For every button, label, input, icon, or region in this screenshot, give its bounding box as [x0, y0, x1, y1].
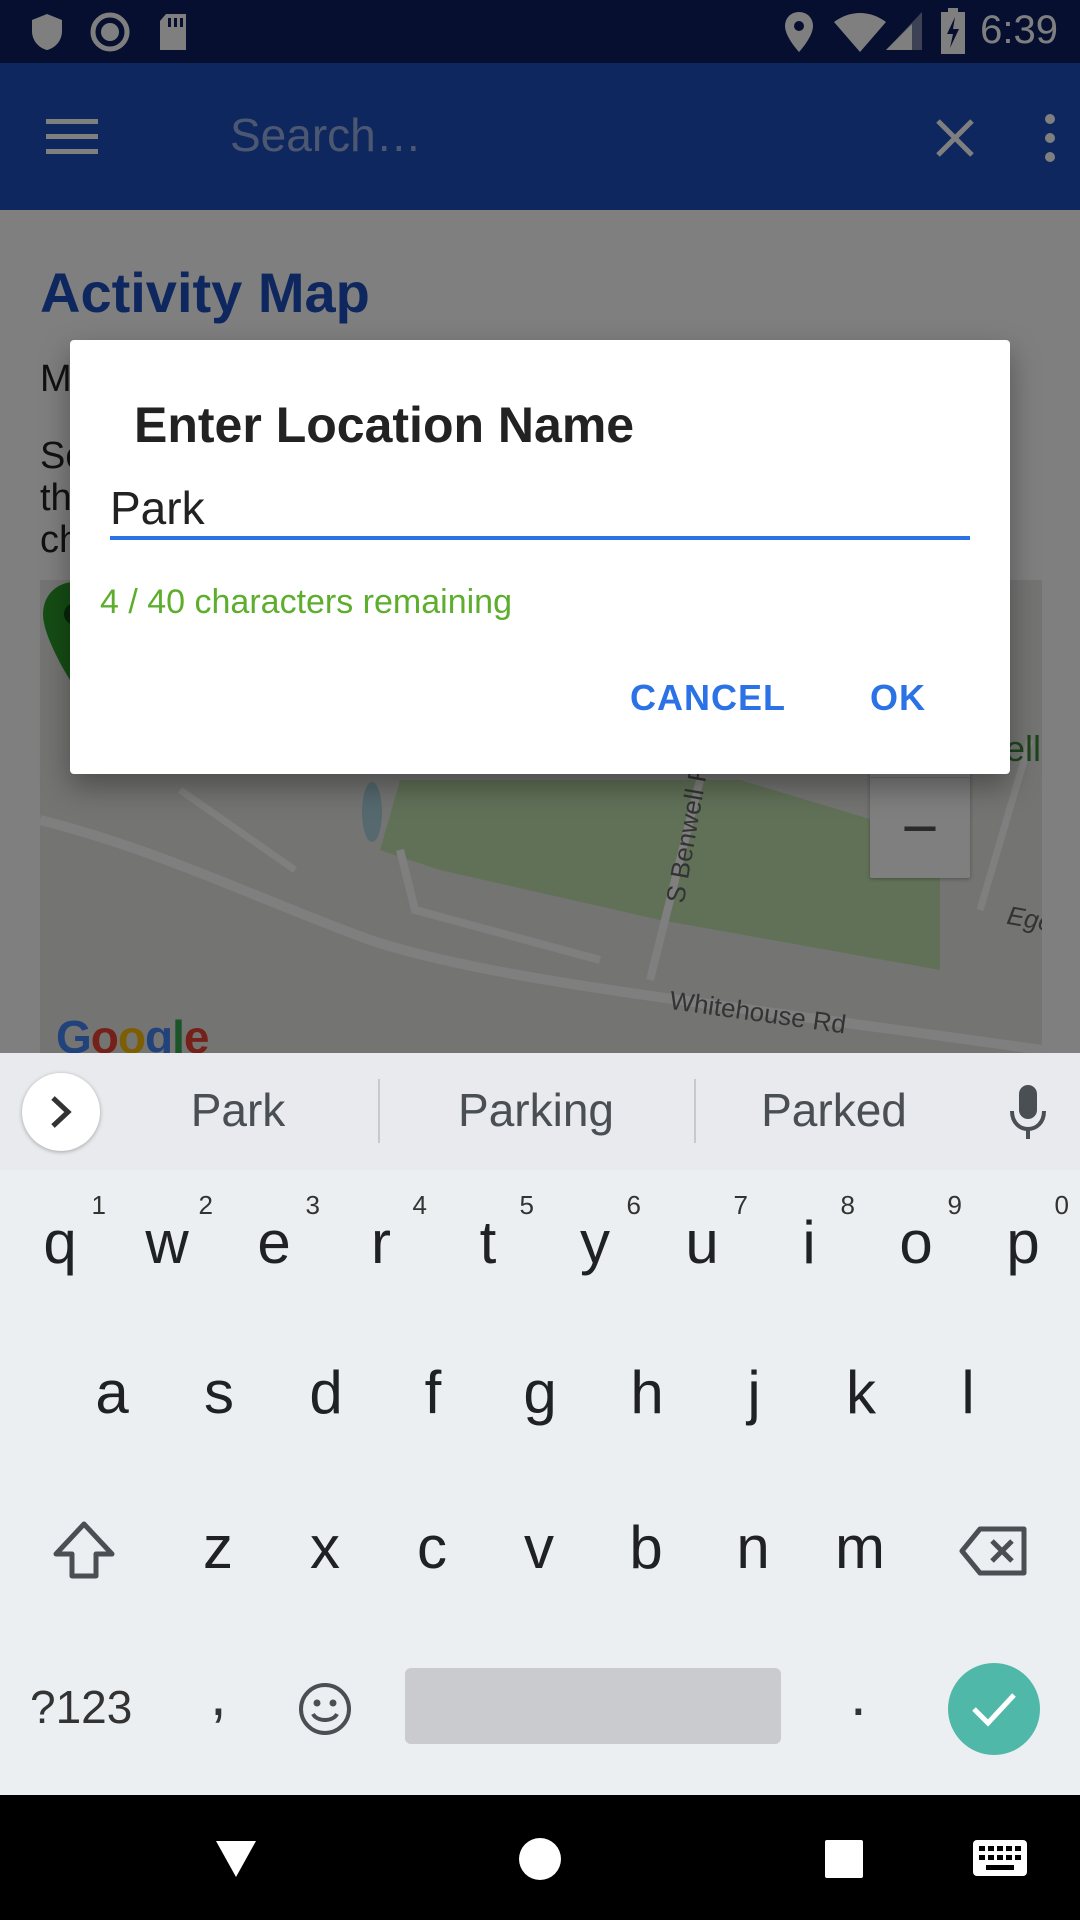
- key-t[interactable]: t5: [438, 1170, 538, 1310]
- location-name-dialog: Enter Location Name 4 / 40 characters re…: [70, 340, 1010, 774]
- key-hint: 5: [519, 1190, 534, 1220]
- key-label: l: [961, 1359, 975, 1426]
- key-x[interactable]: x: [275, 1475, 375, 1615]
- keyboard-expand-button[interactable]: [22, 1073, 100, 1151]
- key-label: z: [203, 1514, 233, 1581]
- key-p[interactable]: p0: [973, 1170, 1073, 1310]
- key-hint: 6: [626, 1190, 641, 1220]
- key-hint: 7: [733, 1190, 748, 1220]
- key-label: n: [736, 1514, 770, 1581]
- period-key[interactable]: .: [850, 1660, 867, 1729]
- key-z[interactable]: z: [168, 1475, 268, 1615]
- key-s[interactable]: s: [169, 1320, 269, 1460]
- key-label: j: [747, 1359, 761, 1426]
- character-counter: 4 / 40 characters remaining: [100, 583, 512, 621]
- key-label: h: [630, 1359, 664, 1426]
- key-hint: 4: [412, 1190, 427, 1220]
- key-g[interactable]: g: [490, 1320, 590, 1460]
- key-hint: 9: [947, 1190, 962, 1220]
- key-o[interactable]: o9: [866, 1170, 966, 1310]
- suggestion-strip: Park Parking Parked: [0, 1053, 1080, 1170]
- suggestion-item[interactable]: Parking: [396, 1083, 676, 1137]
- key-hint: 1: [91, 1190, 106, 1220]
- home-icon[interactable]: [518, 1837, 562, 1886]
- symbols-key[interactable]: ?123: [30, 1680, 132, 1734]
- shift-icon[interactable]: [52, 1520, 116, 1580]
- key-r[interactable]: r4: [331, 1170, 431, 1310]
- key-e[interactable]: e3: [224, 1170, 324, 1310]
- key-a[interactable]: a: [62, 1320, 162, 1460]
- key-hint: 8: [840, 1190, 855, 1220]
- dialog-title: Enter Location Name: [134, 397, 635, 453]
- key-label: a: [95, 1359, 129, 1426]
- key-q[interactable]: q1: [10, 1170, 110, 1310]
- comma-key[interactable]: ,: [210, 1660, 227, 1729]
- location-name-input[interactable]: [110, 480, 970, 540]
- emoji-icon[interactable]: [298, 1682, 352, 1736]
- key-i[interactable]: i8: [759, 1170, 859, 1310]
- key-u[interactable]: u7: [652, 1170, 752, 1310]
- key-f[interactable]: f: [383, 1320, 483, 1460]
- back-icon[interactable]: [214, 1839, 258, 1884]
- enter-key[interactable]: [948, 1663, 1040, 1755]
- key-j[interactable]: j: [704, 1320, 804, 1460]
- key-l[interactable]: l: [918, 1320, 1018, 1460]
- suggestion-divider: [378, 1079, 380, 1143]
- key-n[interactable]: n: [703, 1475, 803, 1615]
- keyboard-switch-icon[interactable]: [972, 1839, 1028, 1882]
- key-b[interactable]: b: [596, 1475, 696, 1615]
- microphone-icon[interactable]: [1008, 1085, 1048, 1141]
- key-label: f: [424, 1359, 442, 1426]
- key-hint: 0: [1054, 1190, 1069, 1220]
- key-w[interactable]: w2: [117, 1170, 217, 1310]
- checkmark-icon: [972, 1693, 1016, 1727]
- cancel-button[interactable]: CANCEL: [630, 677, 786, 719]
- key-label: v: [524, 1514, 554, 1581]
- key-label: d: [309, 1359, 343, 1426]
- key-hint: 2: [198, 1190, 213, 1220]
- backspace-icon[interactable]: [958, 1525, 1030, 1577]
- navigation-bar: [0, 1795, 1080, 1920]
- spacebar[interactable]: [405, 1668, 781, 1744]
- key-label: k: [846, 1359, 876, 1426]
- key-k[interactable]: k: [811, 1320, 911, 1460]
- key-label: s: [204, 1359, 234, 1426]
- suggestion-item[interactable]: Parked: [694, 1083, 974, 1137]
- key-label: g: [523, 1359, 557, 1426]
- key-label: x: [310, 1514, 340, 1581]
- ok-button[interactable]: OK: [870, 677, 926, 719]
- suggestion-item[interactable]: Park: [98, 1083, 378, 1137]
- key-h[interactable]: h: [597, 1320, 697, 1460]
- key-v[interactable]: v: [489, 1475, 589, 1615]
- keyboard: q1w2e3r4t5y6u7i8o9p0 a s d f g h j k l z x c v b nm ?…: [0, 1170, 1080, 1795]
- key-y[interactable]: y6: [545, 1170, 645, 1310]
- key-label: c: [417, 1514, 447, 1581]
- recents-icon[interactable]: [824, 1839, 864, 1884]
- key-label: b: [629, 1514, 663, 1581]
- chevron-right-icon: [51, 1096, 72, 1128]
- key-d[interactable]: d: [276, 1320, 376, 1460]
- key-label: m: [835, 1514, 885, 1581]
- key-hint: 3: [305, 1190, 320, 1220]
- key-m[interactable]: m: [810, 1475, 910, 1615]
- key-c[interactable]: c: [382, 1475, 482, 1615]
